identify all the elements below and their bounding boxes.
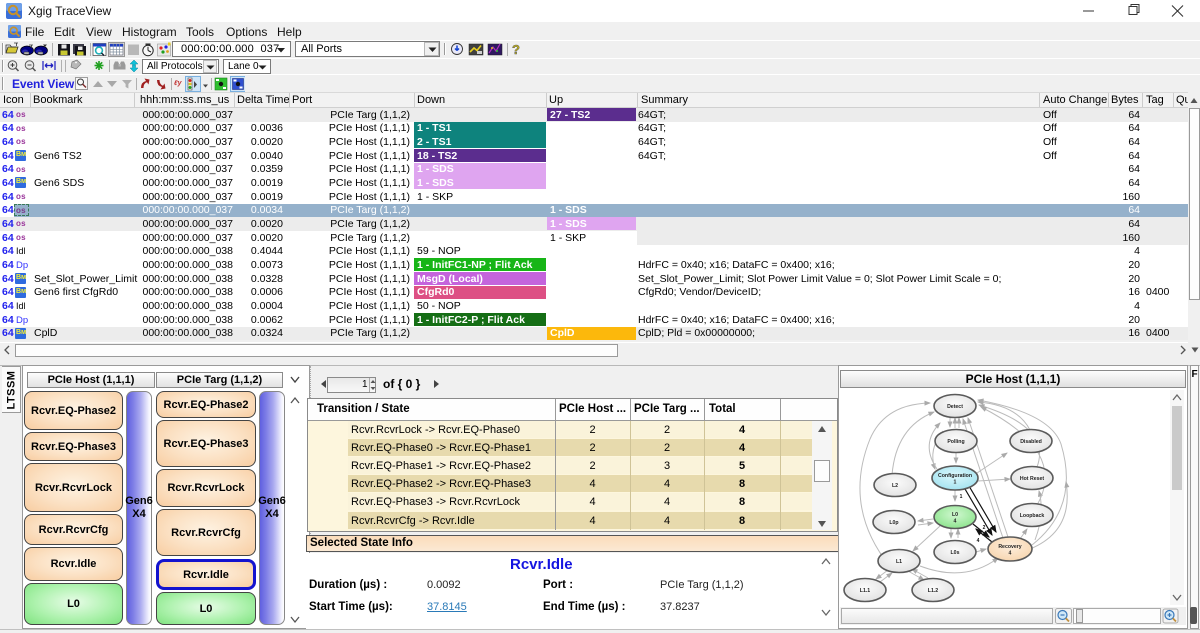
svg-text:4: 4 (954, 519, 957, 525)
svg-text:Recovery: Recovery (998, 544, 1021, 550)
svg-text:2: 2 (983, 525, 986, 531)
svg-text:L0s: L0s (951, 550, 960, 556)
svg-text:4: 4 (977, 538, 980, 544)
svg-text:L0: L0 (952, 512, 958, 518)
svg-text:L0p: L0p (889, 520, 898, 526)
svg-text:1: 1 (954, 480, 957, 486)
svg-text:4: 4 (1009, 551, 1012, 557)
svg-text:L1.1: L1.1 (860, 588, 870, 594)
svg-text:L2: L2 (892, 483, 898, 489)
svg-text:Loopback: Loopback (1020, 513, 1045, 519)
svg-text:Disabled: Disabled (1020, 439, 1042, 445)
svg-text:?: ? (512, 42, 520, 57)
svg-text:Configuration: Configuration (938, 473, 972, 479)
svg-text:ℓy: ℓy (173, 80, 183, 87)
svg-text:Detect: Detect (947, 404, 963, 410)
svg-text:Hot Reset: Hot Reset (1020, 476, 1044, 482)
svg-text:L1: L1 (896, 559, 902, 565)
svg-text:Polling: Polling (947, 439, 964, 445)
svg-text:L1.2: L1.2 (928, 588, 938, 594)
svg-text:1: 1 (960, 494, 963, 500)
